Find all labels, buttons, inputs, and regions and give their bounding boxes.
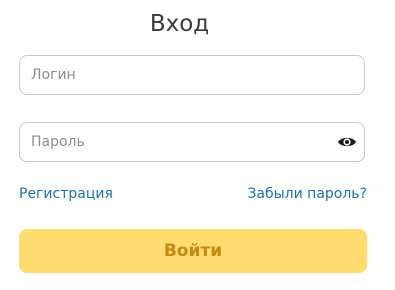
login-input[interactable]: [20, 56, 321, 94]
eye-icon[interactable]: [336, 132, 358, 152]
forgot-password-link[interactable]: Забыли пароль?: [247, 186, 367, 202]
password-input[interactable]: [20, 123, 321, 161]
login-button[interactable]: Войти: [19, 229, 367, 273]
form-title: Вход: [149, 11, 210, 37]
password-field[interactable]: [19, 122, 365, 162]
login-field[interactable]: [19, 55, 365, 95]
login-form: Вход Регистрация Забыли пароль? Войти: [0, 0, 395, 290]
links-row: Регистрация Забыли пароль?: [19, 186, 367, 206]
register-link[interactable]: Регистрация: [19, 186, 113, 202]
